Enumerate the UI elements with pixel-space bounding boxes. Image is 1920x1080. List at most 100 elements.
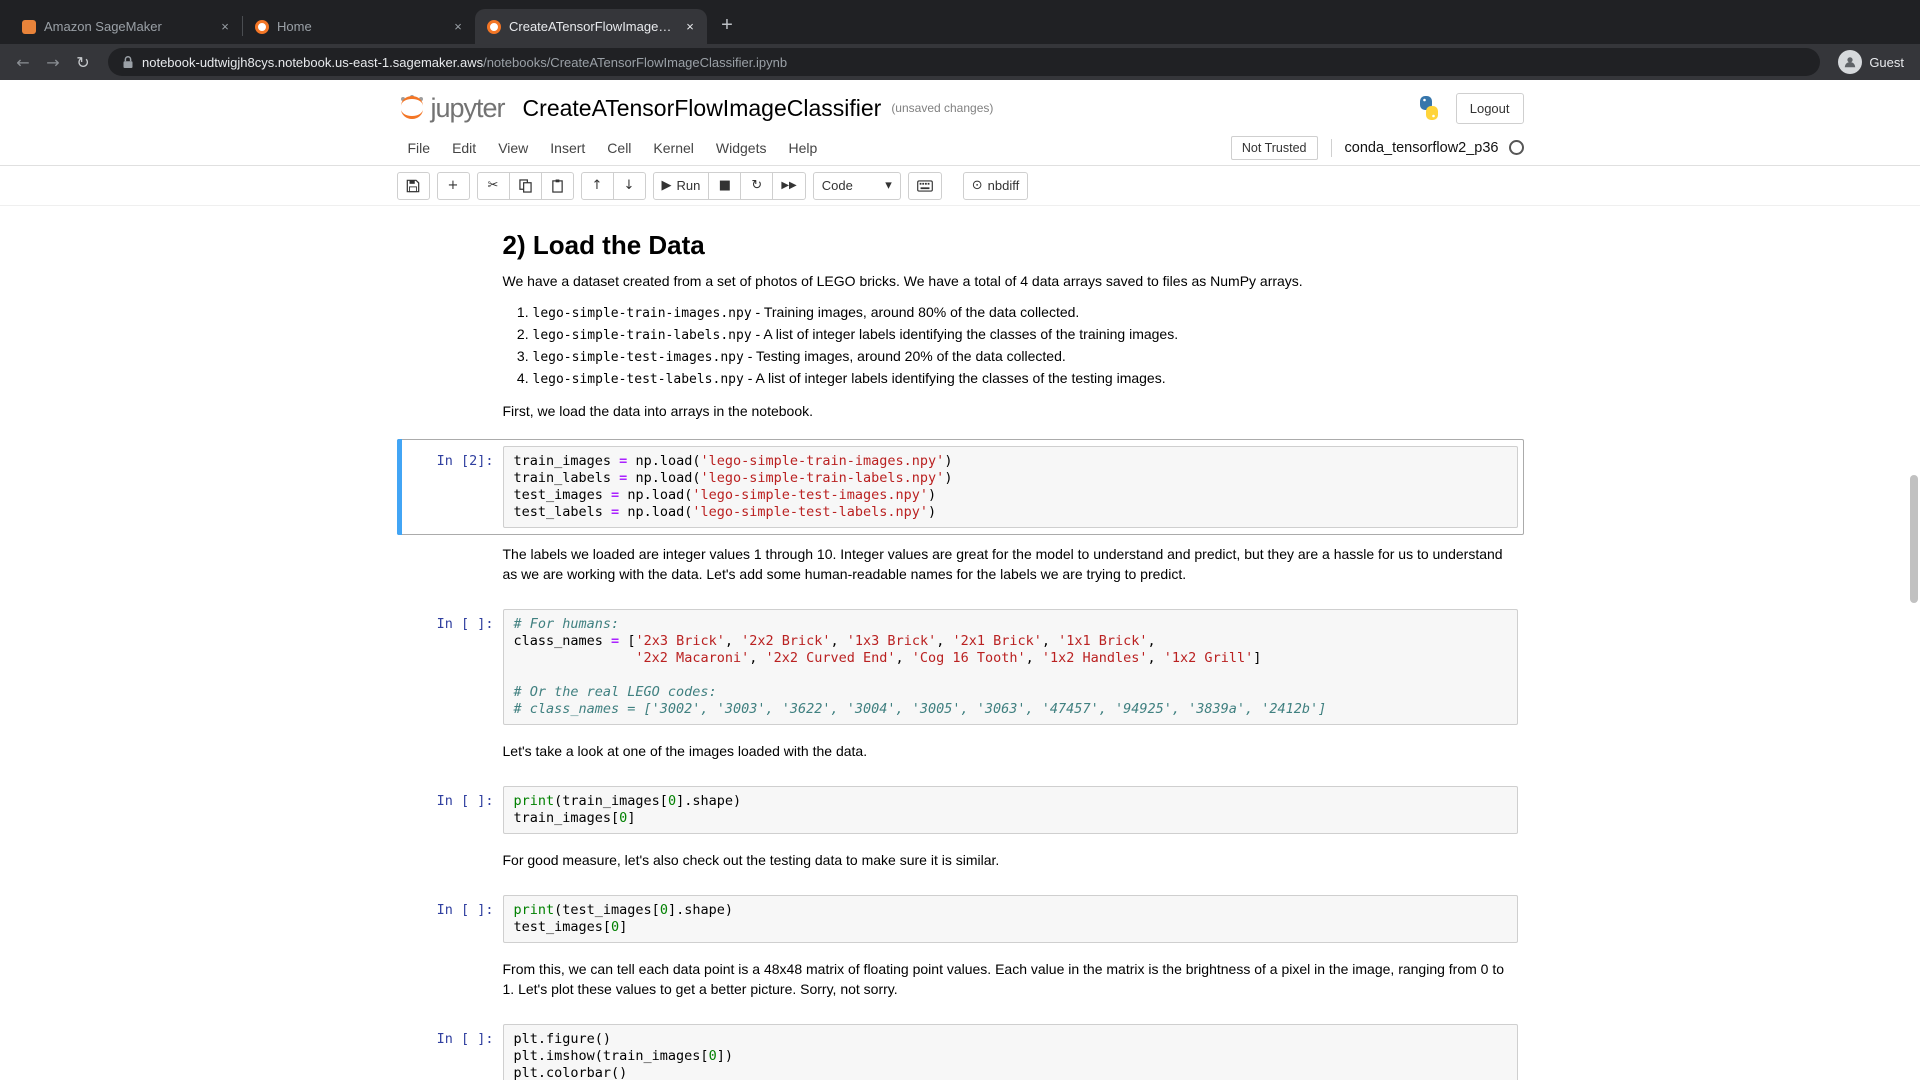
menu-view[interactable]: View — [487, 135, 539, 161]
trust-status-button[interactable]: Not Trusted — [1230, 135, 1318, 160]
jupyter-header: jupyter CreateATensorFlowImageClassifier… — [397, 80, 1524, 130]
menu-insert[interactable]: Insert — [539, 135, 596, 161]
code-editor[interactable]: # For humans: class_names = ['2x3 Brick',… — [514, 616, 1507, 718]
code-cell[interactable]: In [ ]: # For humans: class_names = ['2x3 … — [397, 602, 1524, 732]
stop-icon: ■ — [718, 178, 731, 193]
keyboard-icon — [916, 179, 933, 192]
run-cell-button[interactable]: ▶ Run — [652, 171, 710, 200]
run-label: Run — [676, 178, 701, 193]
cell-type-dropdown[interactable]: Code ▾ — [812, 171, 901, 200]
markdown-body: Let's take a look at one of the images l… — [503, 739, 1518, 772]
menubar-divider — [1330, 138, 1332, 157]
menu-cell[interactable]: Cell — [596, 135, 642, 161]
notebook-cells: 2) Load the Data We have a dataset create… — [396, 216, 1524, 1080]
scrollbar-thumb[interactable] — [1910, 475, 1918, 603]
jupyter-logo[interactable]: jupyter — [397, 92, 506, 124]
code-editor[interactable]: train_images = np.load('lego-simple-trai… — [514, 453, 1507, 521]
restart-kernel-button[interactable]: ↻ — [740, 171, 774, 200]
code-cell[interactable]: In [ ]: print(test_images[0].shape) test_i… — [397, 888, 1524, 950]
cell-prompt — [403, 848, 503, 881]
cell-prompt: In [ ]: — [436, 1031, 494, 1047]
move-cell-up-button[interactable]: ↑ — [580, 171, 614, 200]
menu-kernel[interactable]: Kernel — [642, 135, 704, 161]
python-kernel-icon — [1419, 96, 1438, 120]
md-list-item: lego-simple-train-labels.npy - A list of… — [533, 324, 1518, 346]
arrow-down-icon: ↓ — [623, 178, 635, 193]
forward-button[interactable]: → — [40, 49, 66, 75]
code-input-area[interactable]: print(train_images[0].shape) train_images… — [502, 786, 1518, 834]
markdown-cell[interactable]: From this, we can tell each data point i… — [397, 950, 1524, 1017]
reload-button[interactable]: ↻ — [70, 49, 96, 75]
markdown-cell[interactable]: Let's take a look at one of the images l… — [397, 732, 1524, 779]
lock-icon — [123, 56, 133, 68]
notebook-scroll-area[interactable]: 2) Load the Data We have a dataset create… — [0, 206, 1920, 1080]
code-editor[interactable]: plt.figure() plt.imshow(train_images[0]) p… — [514, 1031, 1507, 1080]
menu-help[interactable]: Help — [777, 135, 828, 161]
move-cell-down-button[interactable]: ↓ — [612, 171, 646, 200]
markdown-cell[interactable]: The labels we loaded are integer values … — [397, 535, 1524, 602]
clipboard-group: ✂ — [476, 171, 574, 200]
md-list-item: lego-simple-test-images.npy - Testing im… — [533, 346, 1518, 368]
chevron-down-icon: ▾ — [885, 178, 892, 193]
code-cell[interactable]: In [ ]: plt.figure() plt.imshow(train_imag… — [397, 1017, 1524, 1080]
browser-tab-home[interactable]: Home × — [243, 9, 475, 44]
md-paragraph: The labels we loaded are integer values … — [502, 546, 1503, 582]
code-editor[interactable]: print(test_images[0].shape) test_images[0… — [514, 902, 1507, 936]
code-editor[interactable]: print(train_images[0].shape) train_images… — [514, 793, 1507, 827]
jupyter-logo-text: jupyter — [430, 92, 506, 123]
menu-file[interactable]: File — [397, 135, 442, 161]
nbdiff-button[interactable]: ⊙ nbdiff — [962, 171, 1029, 200]
url-path: /notebooks/CreateATensorFlowImageClassif… — [483, 54, 788, 70]
paste-cell-button[interactable] — [540, 171, 574, 200]
sagemaker-favicon-icon — [22, 19, 36, 34]
run-icon: ▶ — [661, 178, 672, 193]
add-cell-button[interactable]: + — [436, 171, 470, 200]
markdown-cell[interactable]: 2) Load the Data We have a dataset create… — [397, 216, 1524, 439]
notebook-toolbar: + ✂ ↑ ↓ ▶ Run ■ ↻ ▶▶ Code ▾ ⊙ nbdiff — [0, 166, 1920, 206]
person-icon — [1845, 57, 1856, 68]
md-list-item: lego-simple-test-labels.npy - A list of … — [533, 368, 1518, 390]
code-input-area[interactable]: # For humans: class_names = ['2x3 Brick',… — [502, 609, 1518, 725]
code-cell[interactable]: In [ ]: print(train_images[0].shape) train… — [397, 779, 1524, 841]
browser-tab-sagemaker[interactable]: Amazon SageMaker × — [10, 9, 242, 44]
paste-icon — [551, 179, 563, 193]
menu-widgets[interactable]: Widgets — [705, 135, 778, 161]
plus-icon: + — [447, 178, 459, 193]
markdown-body: The labels we loaded are integer values … — [503, 542, 1518, 595]
back-button[interactable]: ← — [10, 49, 36, 75]
nbdiff-icon: ⊙ — [971, 178, 983, 193]
jupyter-favicon-icon — [255, 19, 269, 34]
cell-prompt: In [ ]: — [436, 616, 494, 632]
profile-label: Guest — [1869, 54, 1904, 70]
save-button[interactable] — [396, 171, 430, 200]
interrupt-kernel-button[interactable]: ■ — [708, 171, 742, 200]
tab-close-icon[interactable]: × — [216, 18, 234, 36]
move-group: ↑ ↓ — [580, 171, 646, 200]
cell-prompt: In [ ]: — [436, 793, 494, 809]
command-palette-button[interactable] — [907, 171, 942, 200]
menu-edit[interactable]: Edit — [441, 135, 487, 161]
markdown-cell[interactable]: For good measure, let's also check out t… — [397, 841, 1524, 888]
profile-chip[interactable]: Guest — [1832, 50, 1910, 74]
tab-close-icon[interactable]: × — [681, 18, 699, 36]
tab-close-icon[interactable]: × — [449, 18, 467, 36]
md-heading: 2) Load the Data — [502, 230, 705, 260]
cell-prompt — [403, 542, 503, 595]
md-list-item: lego-simple-train-images.npy - Training … — [533, 302, 1518, 324]
code-input-area[interactable]: train_images = np.load('lego-simple-trai… — [502, 446, 1518, 528]
nbdiff-label: nbdiff — [987, 178, 1020, 193]
kernel-name: conda_tensorflow2_p36 — [1344, 139, 1499, 156]
logout-button[interactable]: Logout — [1455, 92, 1524, 124]
cut-cell-button[interactable]: ✂ — [476, 171, 510, 200]
code-cell[interactable]: In [2]: train_images = np.load('lego-simp… — [396, 439, 1524, 535]
restart-run-all-button[interactable]: ▶▶ — [772, 171, 806, 200]
code-input-area[interactable]: plt.figure() plt.imshow(train_images[0]) p… — [502, 1024, 1518, 1080]
url-host: notebook-udtwigjh8cys.notebook.us-east-1… — [142, 54, 484, 70]
copy-cell-button[interactable] — [508, 171, 542, 200]
code-input-area[interactable]: print(test_images[0].shape) test_images[0… — [502, 895, 1518, 943]
new-tab-button[interactable]: + — [713, 12, 741, 40]
notebook-title[interactable]: CreateATensorFlowImageClassifier — [523, 95, 882, 122]
scissors-icon: ✂ — [487, 178, 499, 193]
browser-tab-notebook-active[interactable]: CreateATensorFlowImageClassifier × — [475, 9, 707, 44]
address-bar[interactable]: notebook-udtwigjh8cys.notebook.us-east-1… — [108, 48, 1821, 76]
